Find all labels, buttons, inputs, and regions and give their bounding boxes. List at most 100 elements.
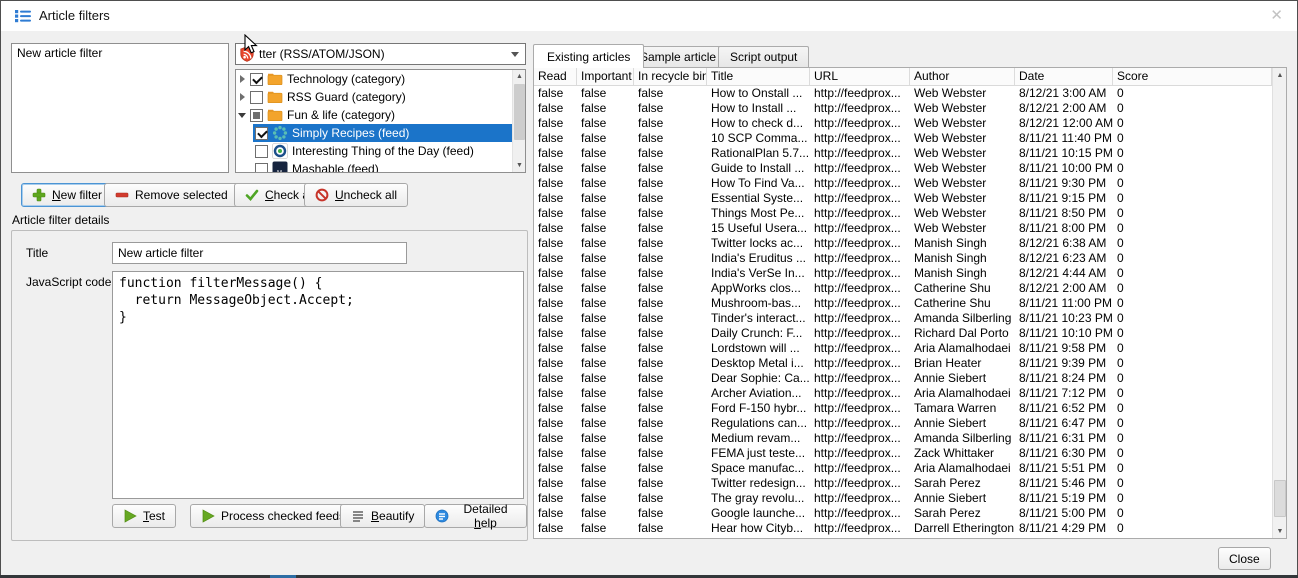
combobox-dropdown-arrow-icon[interactable] [511,52,519,57]
table-cell: false [534,416,577,431]
checkbox-unchecked[interactable] [255,145,268,158]
table-row[interactable]: falsefalsefalseHear how Cityb...http://f… [534,521,1272,536]
table-cell: http://feedprox... [810,341,910,356]
table-cell: India's VerSe In... [707,266,810,281]
table-row[interactable]: falsefalsefalseLordstown will ...http://… [534,341,1272,356]
minus-icon [115,188,129,202]
tree-item-interesting-thing[interactable]: Interesting Thing of the Day (feed) [236,142,512,160]
checkbox-checked[interactable] [250,73,263,86]
tree-scrollbar[interactable]: ▲ ▼ [512,70,525,172]
table-cell: false [577,326,634,341]
table-row[interactable]: falsefalsefalseDear Sophie: Ca...http://… [534,371,1272,386]
column-header[interactable]: Title [707,68,810,85]
column-header[interactable]: In recycle bin [634,68,707,85]
table-row[interactable]: falsefalsefalseTwitter redesign...http:/… [534,476,1272,491]
uncheck-all-button[interactable]: Uncheck all [304,183,408,207]
title-bar[interactable]: Article filters ✕ [1,1,1297,31]
table-cell: false [577,191,634,206]
table-cell: 0 [1113,86,1272,101]
beautify-button[interactable]: Beautify [340,504,425,528]
scroll-up-icon[interactable]: ▲ [1273,68,1287,82]
checkbox-partial[interactable] [250,109,263,122]
column-header[interactable]: Date [1015,68,1113,85]
filter-list-item[interactable]: New article filter [12,44,228,62]
checkbox-checked[interactable] [255,127,268,140]
table-cell: false [534,131,577,146]
table-cell: false [634,191,707,206]
tree-item-rss-guard[interactable]: RSS Guard (category) [236,88,512,106]
table-row[interactable]: falsefalsefalseMushroom-bas...http://fee… [534,296,1272,311]
scroll-up-icon[interactable]: ▲ [513,70,526,83]
expander-expanded-icon[interactable] [236,113,248,118]
column-header[interactable]: Score [1113,68,1272,85]
table-row[interactable]: falsefalsefalseSpace manufac...http://fe… [534,461,1272,476]
table-cell: false [534,326,577,341]
expander-collapsed-icon[interactable] [236,75,248,83]
column-header[interactable]: Read [534,68,577,85]
checkbox-unchecked[interactable] [255,163,268,174]
table-scrollbar[interactable]: ▲ ▼ [1272,68,1286,538]
table-row[interactable]: falsefalsefalseFEMA just teste...http://… [534,446,1272,461]
tree-item-simply-recipes[interactable]: Simply Recipes (feed) [236,124,512,142]
table-row[interactable]: falsefalsefalseHow to Onstall ...http://… [534,86,1272,101]
new-filter-button[interactable]: New filter [21,183,113,207]
scrollbar-thumb[interactable] [514,84,525,140]
scroll-down-icon[interactable]: ▼ [1273,524,1287,538]
remove-selected-button[interactable]: Remove selected [104,183,239,207]
table-row[interactable]: falsefalsefalseRationalPlan 5.7...http:/… [534,146,1272,161]
table-cell: false [634,491,707,506]
scrollbar-thumb[interactable] [1274,480,1286,517]
table-cell: Brian Heater [910,356,1015,371]
title-input[interactable] [112,242,407,264]
table-row[interactable]: falsefalsefalseMedium revam...http://fee… [534,431,1272,446]
table-row[interactable]: falsefalsefalseEssential Syste...http://… [534,191,1272,206]
column-header[interactable]: Author [910,68,1015,85]
table-row[interactable]: falsefalsefalseHow to check d...http://f… [534,116,1272,131]
table-row[interactable]: falsefalsefalseTwitter locks ac...http:/… [534,236,1272,251]
table-row[interactable]: falsefalsefalseArcher Aviation...http://… [534,386,1272,401]
tree-item-technology[interactable]: Technology (category) [236,70,512,88]
javascript-code-editor[interactable]: function filterMessage() { return Messag… [112,271,524,499]
detailed-help-button[interactable]: Detailed help [424,504,527,528]
table-cell: false [534,101,577,116]
feeds-tree[interactable]: Technology (category) RSS Guard (categor… [235,69,526,173]
table-row[interactable]: falsefalsefalseRegulations can...http://… [534,416,1272,431]
table-row[interactable]: falsefalsefalse10 SCP Comma...http://fee… [534,131,1272,146]
table-row[interactable]: falsefalsefalseHow to Install ...http://… [534,101,1272,116]
table-cell: http://feedprox... [810,371,910,386]
close-button[interactable]: Close [1218,547,1271,570]
column-header[interactable]: Important [577,68,634,85]
tree-item-mashable[interactable]: M Mashable (feed) [236,160,512,173]
table-row[interactable]: falsefalsefalseGuide to Install ...http:… [534,161,1272,176]
account-combobox[interactable]: tter (RSS/ATOM/JSON) [235,43,526,65]
filters-list[interactable]: New article filter [11,43,229,173]
column-header[interactable]: URL [810,68,910,85]
table-row[interactable]: falsefalsefalseDaily Crunch: F...http://… [534,326,1272,341]
table-cell: RationalPlan 5.7... [707,146,810,161]
table-row[interactable]: falsefalsefalseThe gray revolu...http://… [534,491,1272,506]
table-row[interactable]: falsefalsefalseIndia's VerSe In...http:/… [534,266,1272,281]
table-cell: 8/11/21 8:50 PM [1015,206,1113,221]
table-row[interactable]: falsefalsefalseHow To Find Va...http://f… [534,176,1272,191]
scroll-down-icon[interactable]: ▼ [513,159,526,172]
table-row[interactable]: falsefalsefalseAppWorks clos...http://fe… [534,281,1272,296]
process-checked-feeds-button[interactable]: Process checked feeds [190,504,356,528]
table-row[interactable]: falsefalsefalseGoogle launche...http://f… [534,506,1272,521]
table-row[interactable]: falsefalsefalseDesktop Metal i...http://… [534,356,1272,371]
table-row[interactable]: falsefalsefalseThings Most Pe...http://f… [534,206,1272,221]
table-row[interactable]: falsefalsefalseFord F-150 hybr...http://… [534,401,1272,416]
checkbox-unchecked[interactable] [250,91,263,104]
tab-script-output[interactable]: Script output [718,46,809,67]
table-cell: 0 [1113,266,1272,281]
tree-item-fun-life[interactable]: Fun & life (category) [236,106,512,124]
table-row[interactable]: falsefalsefalseTinder's interact...http:… [534,311,1272,326]
expander-collapsed-icon[interactable] [236,93,248,101]
table-cell: Aria Alamalhodaei [910,386,1015,401]
table-cell: Annie Siebert [910,416,1015,431]
table-row[interactable]: falsefalsefalse15 Useful Usera...http://… [534,221,1272,236]
window-close-icon[interactable]: ✕ [1270,6,1283,24]
table-cell: 0 [1113,101,1272,116]
tab-existing-articles[interactable]: Existing articles [533,44,644,68]
test-button[interactable]: Test [112,504,176,528]
table-row[interactable]: falsefalsefalseIndia's Eruditus ...http:… [534,251,1272,266]
